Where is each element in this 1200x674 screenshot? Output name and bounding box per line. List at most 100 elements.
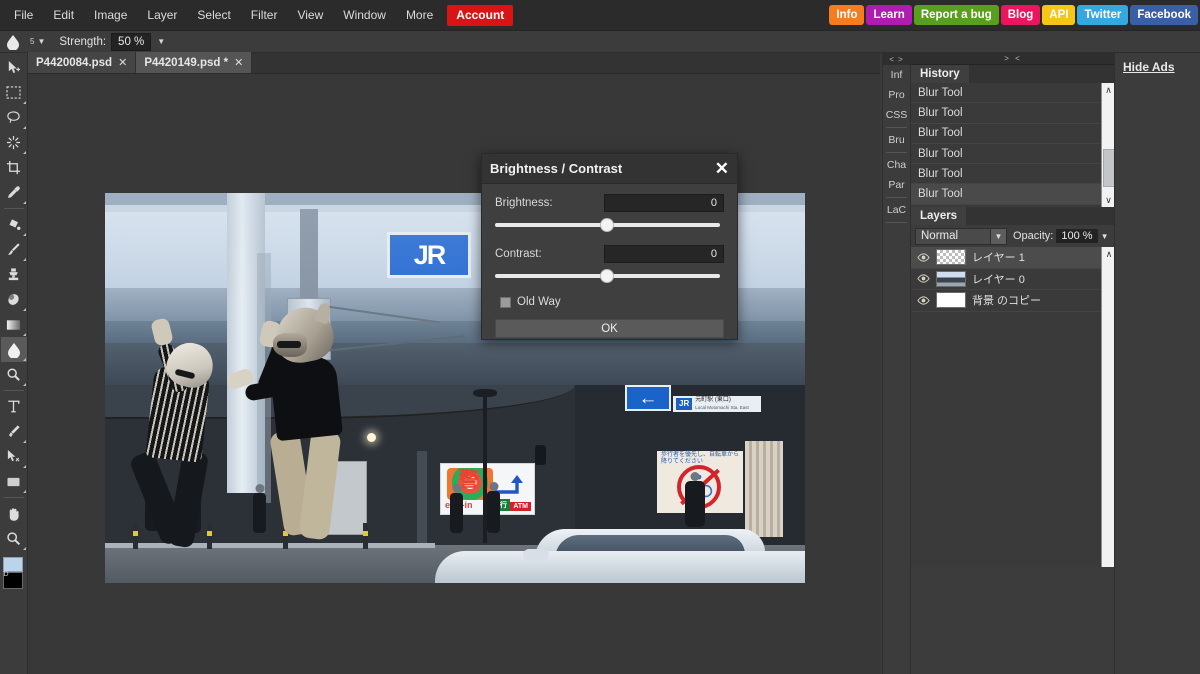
layers-scrollbar[interactable]: ∧ [1101, 247, 1115, 567]
layer-row[interactable]: レイヤー 0 [911, 269, 1115, 290]
crop-tool[interactable] [1, 155, 27, 180]
history-panel-tab-row: History [911, 65, 1115, 83]
report-bug-button[interactable]: Report a bug [913, 5, 999, 25]
lasso-tool[interactable] [1, 105, 27, 130]
history-list[interactable]: Blur Tool Blur Tool Blur Tool Blur Tool … [911, 83, 1115, 207]
strength-chevron-down-icon[interactable]: ▼ [157, 37, 165, 46]
blur-tool[interactable] [0, 337, 27, 362]
menu-file[interactable]: File [4, 4, 43, 27]
type-tool[interactable] [1, 394, 27, 419]
brush-size-picker[interactable]: 5 ▼ [30, 37, 45, 46]
layer-row[interactable]: 背景 のコピー [911, 290, 1115, 312]
layer-row[interactable]: レイヤー 1 [911, 247, 1115, 269]
hide-ads-link[interactable]: Hide Ads [1123, 60, 1175, 74]
clone-stamp-tool[interactable] [1, 262, 27, 287]
dialog-title-bar[interactable]: Brightness / Contrast ✕ [482, 154, 737, 184]
reset-colors-label[interactable]: D [4, 571, 12, 578]
eye-icon[interactable] [916, 296, 930, 305]
blog-button[interactable]: Blog [1000, 5, 1041, 25]
paint-bucket-tool[interactable] [1, 212, 27, 237]
brightness-contrast-dialog[interactable]: Brightness / Contrast ✕ Brightness: 0 Co… [481, 153, 738, 340]
opacity-value[interactable]: 100 % [1056, 229, 1098, 243]
document-tab-1[interactable]: P4420084.psd ✕ [28, 52, 137, 73]
old-way-checkbox[interactable] [500, 296, 511, 308]
menu-view[interactable]: View [287, 4, 333, 27]
old-way-checkbox-row[interactable]: Old Way [500, 296, 724, 308]
jr-station-name-en: Local Motomachi Sta. East [695, 405, 749, 410]
scroll-down-icon[interactable]: ∨ [1101, 193, 1115, 207]
eyedropper-tool[interactable] [1, 180, 27, 205]
tab-brushes[interactable]: Bru [883, 130, 910, 150]
history-item[interactable]: Blur Tool [911, 164, 1115, 185]
menu-layer[interactable]: Layer [137, 4, 187, 27]
menu-more[interactable]: More [396, 4, 443, 27]
document-tab-2[interactable]: P4420149.psd * ✕ [136, 52, 253, 73]
close-icon[interactable]: ✕ [234, 56, 243, 69]
chevron-down-icon[interactable]: ▼ [37, 37, 45, 46]
contrast-slider-knob[interactable] [600, 269, 614, 283]
close-icon[interactable]: ✕ [715, 160, 729, 177]
blend-mode-select[interactable]: Normal ▼ [915, 227, 1007, 245]
menu-filter[interactable]: Filter [241, 4, 288, 27]
tab-info[interactable]: Inf [883, 65, 910, 85]
menu-select[interactable]: Select [187, 4, 240, 27]
layers-list[interactable]: レイヤー 1 レイヤー 0 背景 のコピー ∧ [911, 247, 1115, 567]
scroll-up-icon[interactable]: ∧ [1101, 83, 1115, 97]
history-item[interactable]: Blur Tool [911, 144, 1115, 165]
menu-edit[interactable]: Edit [43, 4, 84, 27]
pen-tool[interactable] [1, 419, 27, 444]
brightness-slider-knob[interactable] [600, 218, 614, 232]
menu-account[interactable]: Account [447, 4, 514, 26]
zoom-tool[interactable] [1, 526, 27, 551]
pedestrian [253, 484, 266, 533]
tab-layers[interactable]: Layers [911, 207, 967, 225]
history-item[interactable]: Blur Tool [911, 83, 1115, 104]
history-item[interactable]: Blur Tool [911, 103, 1115, 124]
foreground-color-swatch[interactable] [2, 557, 23, 572]
shape-tool[interactable] [1, 469, 27, 494]
right-collapse-handle[interactable]: > < [911, 53, 1115, 65]
canvas-workspace[interactable]: JR ← JR 元町駅 (東口) Local Motomachi Sta. Ea… [28, 74, 880, 674]
eraser-tool[interactable] [1, 287, 27, 312]
chevron-down-icon[interactable]: ▼ [990, 228, 1006, 244]
facebook-button[interactable]: Facebook [1130, 5, 1198, 25]
brightness-slider[interactable] [495, 217, 724, 233]
info-button[interactable]: Info [829, 5, 865, 25]
contrast-slider[interactable] [495, 268, 724, 284]
menu-image[interactable]: Image [84, 4, 137, 27]
learn-button[interactable]: Learn [866, 5, 912, 25]
strength-input[interactable]: 50 % [111, 32, 152, 51]
menu-window[interactable]: Window [333, 4, 396, 27]
dialog-body: Brightness: 0 Contrast: 0 Old Way OK [482, 184, 737, 348]
hand-tool[interactable] [1, 501, 27, 526]
close-icon[interactable]: ✕ [118, 56, 127, 69]
api-button[interactable]: API [1042, 5, 1076, 25]
tab-css[interactable]: CSS [883, 105, 910, 125]
history-item[interactable]: Blur Tool [911, 124, 1115, 144]
path-select-tool[interactable] [1, 444, 27, 469]
tab-properties[interactable]: Pro [883, 85, 910, 105]
jr-station-sign: JR 元町駅 (東口) Local Motomachi Sta. East [673, 396, 761, 412]
tab-history[interactable]: History [911, 65, 969, 83]
dodge-tool[interactable] [1, 362, 27, 387]
tab-paragraph[interactable]: Par [883, 175, 910, 195]
left-collapse-handle[interactable]: < > [883, 53, 910, 65]
ok-button[interactable]: OK [495, 319, 724, 338]
twitter-button[interactable]: Twitter [1077, 5, 1129, 25]
history-item-current[interactable]: Blur Tool [911, 184, 1115, 205]
magic-wand-tool[interactable] [1, 130, 27, 155]
tab-channels[interactable]: Cha [883, 155, 910, 175]
brush-tool[interactable] [1, 237, 27, 262]
gradient-tool[interactable] [1, 312, 27, 337]
move-tool[interactable] [1, 55, 27, 80]
contrast-input[interactable]: 0 [604, 245, 724, 263]
opacity-chevron-down-icon[interactable]: ▼ [1101, 232, 1109, 241]
marquee-tool[interactable] [1, 80, 27, 105]
pedestrian [685, 472, 705, 527]
color-swatches[interactable]: D [1, 557, 27, 591]
history-scrollbar[interactable]: ∧ ∨ [1101, 83, 1115, 207]
tab-layer-comps[interactable]: LaC [883, 200, 910, 220]
brightness-input[interactable]: 0 [604, 194, 724, 212]
eye-icon[interactable] [916, 253, 930, 262]
eye-icon[interactable] [916, 274, 930, 283]
